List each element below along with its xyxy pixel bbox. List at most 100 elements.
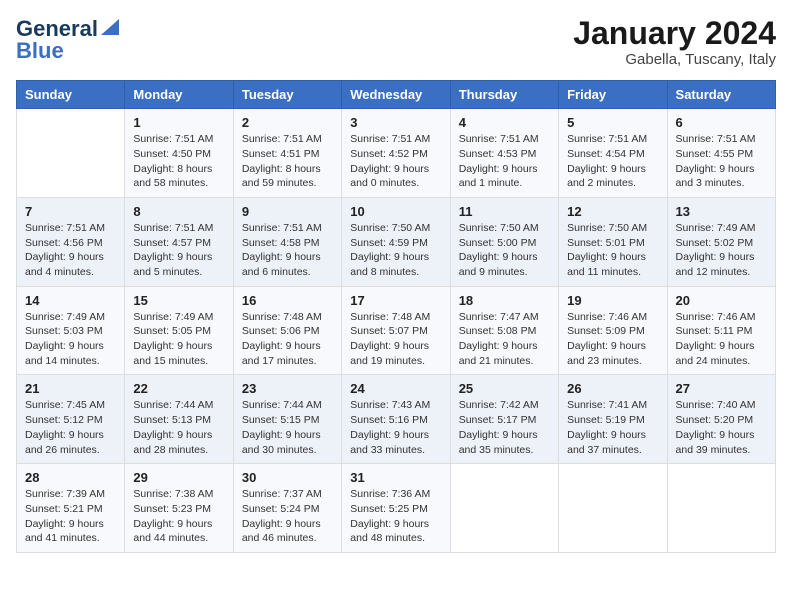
calendar-cell: 20Sunrise: 7:46 AM Sunset: 5:11 PM Dayli…	[667, 286, 775, 375]
day-number: 22	[133, 381, 224, 396]
logo-text-blue: Blue	[16, 38, 64, 64]
day-detail: Sunrise: 7:51 AM Sunset: 4:51 PM Dayligh…	[242, 132, 333, 191]
day-number: 18	[459, 293, 550, 308]
day-number: 24	[350, 381, 441, 396]
calendar-cell: 22 Sunrise: 7:44 AM Sunset: 5:13 PM Dayli…	[125, 375, 233, 464]
week-row-1: 1 Sunrise: 7:51 AM Sunset: 4:50 PM Daylig…	[17, 109, 776, 198]
day-detail: Sunrise: 7:43 AM Sunset: 5:16 PM Dayligh…	[350, 398, 441, 457]
day-number: 3	[350, 115, 441, 130]
calendar-cell: 7 Sunrise: 7:51 AM Sunset: 4:56 PM Daylig…	[17, 197, 125, 286]
weekday-header-thursday: Thursday	[450, 81, 558, 109]
day-detail: Sunrise: 7:51 AM Sunset: 4:54 PM Dayligh…	[567, 132, 658, 191]
day-number: 14	[25, 293, 116, 308]
day-detail: Sunrise: 7:51 AM Sunset: 4:58 PM Dayligh…	[242, 221, 333, 280]
day-detail: Sunrise: 7:39 AM Sunset: 5:21 PM Dayligh…	[25, 487, 116, 546]
calendar-cell: 31 Sunrise: 7:36 AM Sunset: 5:25 PM Dayli…	[342, 464, 450, 553]
day-number: 4	[459, 115, 550, 130]
calendar-cell: 8 Sunrise: 7:51 AM Sunset: 4:57 PM Daylig…	[125, 197, 233, 286]
calendar-table: SundayMondayTuesdayWednesdayThursdayFrid…	[16, 80, 776, 553]
day-number: 15	[133, 293, 224, 308]
calendar-cell: 12Sunrise: 7:50 AM Sunset: 5:01 PM Dayli…	[559, 197, 667, 286]
week-row-2: 7 Sunrise: 7:51 AM Sunset: 4:56 PM Daylig…	[17, 197, 776, 286]
day-detail: Sunrise: 7:47 AM Sunset: 5:08 PM Dayligh…	[459, 310, 550, 369]
day-number: 28	[25, 470, 116, 485]
calendar-cell: 11Sunrise: 7:50 AM Sunset: 5:00 PM Dayli…	[450, 197, 558, 286]
calendar-cell	[17, 109, 125, 198]
logo: General Blue	[16, 16, 119, 64]
week-row-3: 14 Sunrise: 7:49 AM Sunset: 5:03 PM Dayli…	[17, 286, 776, 375]
day-number: 16	[242, 293, 333, 308]
calendar-cell: 26 Sunrise: 7:41 AM Sunset: 5:19 PM Dayli…	[559, 375, 667, 464]
calendar-cell: 4 Sunrise: 7:51 AM Sunset: 4:53 PM Daylig…	[450, 109, 558, 198]
day-number: 31	[350, 470, 441, 485]
day-detail: Sunrise: 7:44 AM Sunset: 5:15 PM Dayligh…	[242, 398, 333, 457]
day-number: 30	[242, 470, 333, 485]
day-detail: Sunrise: 7:50 AM Sunset: 4:59 PM Dayligh…	[350, 221, 441, 280]
calendar-cell: 19 Sunrise: 7:46 AM Sunset: 5:09 PM Dayli…	[559, 286, 667, 375]
day-detail: Sunrise: 7:36 AM Sunset: 5:25 PM Dayligh…	[350, 487, 441, 546]
day-detail: Sunrise: 7:49 AM Sunset: 5:03 PM Dayligh…	[25, 310, 116, 369]
header: General Blue January 2024 Gabella, Tusca…	[16, 16, 776, 68]
day-detail: Sunrise: 7:42 AM Sunset: 5:17 PM Dayligh…	[459, 398, 550, 457]
day-detail: Sunrise: 7:41 AM Sunset: 5:19 PM Dayligh…	[567, 398, 658, 457]
day-detail: Sunrise: 7:51 AM Sunset: 4:50 PM Dayligh…	[133, 132, 224, 191]
weekday-header-saturday: Saturday	[667, 81, 775, 109]
calendar-cell: 15 Sunrise: 7:49 AM Sunset: 5:05 PM Dayli…	[125, 286, 233, 375]
weekday-header-friday: Friday	[559, 81, 667, 109]
day-detail: Sunrise: 7:51 AM Sunset: 4:56 PM Dayligh…	[25, 221, 116, 280]
calendar-cell	[559, 464, 667, 553]
day-number: 23	[242, 381, 333, 396]
weekday-header-sunday: Sunday	[17, 81, 125, 109]
calendar-cell: 29Sunrise: 7:38 AM Sunset: 5:23 PM Dayli…	[125, 464, 233, 553]
calendar-cell: 14 Sunrise: 7:49 AM Sunset: 5:03 PM Dayli…	[17, 286, 125, 375]
day-detail: Sunrise: 7:40 AM Sunset: 5:20 PM Dayligh…	[676, 398, 767, 457]
day-number: 26	[567, 381, 658, 396]
calendar-cell: 24 Sunrise: 7:43 AM Sunset: 5:16 PM Dayli…	[342, 375, 450, 464]
title-area: January 2024 Gabella, Tuscany, Italy	[573, 16, 776, 68]
day-detail: Sunrise: 7:37 AM Sunset: 5:24 PM Dayligh…	[242, 487, 333, 546]
day-number: 5	[567, 115, 658, 130]
day-detail: Sunrise: 7:44 AM Sunset: 5:13 PM Dayligh…	[133, 398, 224, 457]
day-number: 19	[567, 293, 658, 308]
calendar-cell: 10Sunrise: 7:50 AM Sunset: 4:59 PM Dayli…	[342, 197, 450, 286]
day-detail: Sunrise: 7:51 AM Sunset: 4:55 PM Dayligh…	[676, 132, 767, 191]
day-number: 17	[350, 293, 441, 308]
day-number: 21	[25, 381, 116, 396]
calendar-cell: 9Sunrise: 7:51 AM Sunset: 4:58 PM Daylig…	[233, 197, 341, 286]
day-number: 25	[459, 381, 550, 396]
calendar-cell: 23 Sunrise: 7:44 AM Sunset: 5:15 PM Dayli…	[233, 375, 341, 464]
calendar-cell: 30 Sunrise: 7:37 AM Sunset: 5:24 PM Dayli…	[233, 464, 341, 553]
calendar-cell	[450, 464, 558, 553]
calendar-cell: 13Sunrise: 7:49 AM Sunset: 5:02 PM Dayli…	[667, 197, 775, 286]
weekday-header-row: SundayMondayTuesdayWednesdayThursdayFrid…	[17, 81, 776, 109]
logo-triangle-icon	[101, 19, 119, 35]
calendar-cell: 1 Sunrise: 7:51 AM Sunset: 4:50 PM Daylig…	[125, 109, 233, 198]
calendar-cell: 5 Sunrise: 7:51 AM Sunset: 4:54 PM Daylig…	[559, 109, 667, 198]
day-detail: Sunrise: 7:49 AM Sunset: 5:05 PM Dayligh…	[133, 310, 224, 369]
day-detail: Sunrise: 7:51 AM Sunset: 4:57 PM Dayligh…	[133, 221, 224, 280]
day-number: 7	[25, 204, 116, 219]
day-detail: Sunrise: 7:45 AM Sunset: 5:12 PM Dayligh…	[25, 398, 116, 457]
day-detail: Sunrise: 7:46 AM Sunset: 5:09 PM Dayligh…	[567, 310, 658, 369]
day-detail: Sunrise: 7:46 AM Sunset: 5:11 PM Dayligh…	[676, 310, 767, 369]
day-number: 8	[133, 204, 224, 219]
calendar-header: SundayMondayTuesdayWednesdayThursdayFrid…	[17, 81, 776, 109]
calendar-cell: 16Sunrise: 7:48 AM Sunset: 5:06 PM Dayli…	[233, 286, 341, 375]
calendar-cell: 27Sunrise: 7:40 AM Sunset: 5:20 PM Dayli…	[667, 375, 775, 464]
calendar-cell: 21 Sunrise: 7:45 AM Sunset: 5:12 PM Dayli…	[17, 375, 125, 464]
day-detail: Sunrise: 7:49 AM Sunset: 5:02 PM Dayligh…	[676, 221, 767, 280]
day-detail: Sunrise: 7:51 AM Sunset: 4:52 PM Dayligh…	[350, 132, 441, 191]
calendar-cell	[667, 464, 775, 553]
calendar-cell: 17 Sunrise: 7:48 AM Sunset: 5:07 PM Dayli…	[342, 286, 450, 375]
calendar-cell: 6 Sunrise: 7:51 AM Sunset: 4:55 PM Daylig…	[667, 109, 775, 198]
calendar-cell: 18 Sunrise: 7:47 AM Sunset: 5:08 PM Dayli…	[450, 286, 558, 375]
day-number: 1	[133, 115, 224, 130]
month-title: January 2024	[573, 16, 776, 51]
day-detail: Sunrise: 7:51 AM Sunset: 4:53 PM Dayligh…	[459, 132, 550, 191]
day-detail: Sunrise: 7:50 AM Sunset: 5:00 PM Dayligh…	[459, 221, 550, 280]
weekday-header-wednesday: Wednesday	[342, 81, 450, 109]
day-number: 6	[676, 115, 767, 130]
weekday-header-monday: Monday	[125, 81, 233, 109]
location-title: Gabella, Tuscany, Italy	[573, 51, 776, 68]
day-detail: Sunrise: 7:48 AM Sunset: 5:07 PM Dayligh…	[350, 310, 441, 369]
